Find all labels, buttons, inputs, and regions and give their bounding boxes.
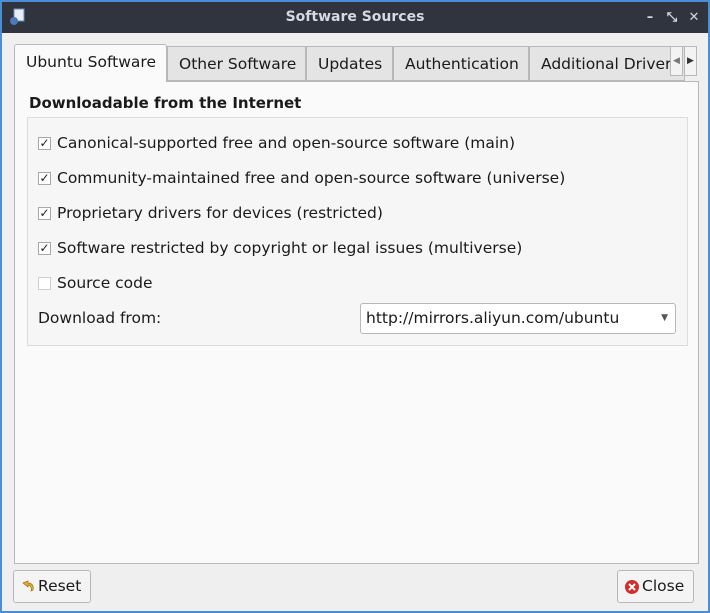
app-icon [10, 8, 25, 25]
tab-additional-drivers[interactable]: Additional Drivers [529, 46, 685, 81]
download-from-label: Download from: [38, 309, 162, 327]
close-window-icon[interactable]: ✕ [686, 2, 702, 33]
checkbox[interactable]: ✓ [38, 136, 51, 150]
reset-button[interactable]: Reset [13, 570, 92, 603]
tab-updates[interactable]: Updates [306, 46, 393, 81]
download-server-select[interactable]: http://mirrors.aliyun.com/ubuntu ▼ [360, 303, 676, 334]
option-label: Software restricted by copyright or lega… [57, 239, 523, 257]
option-source-code[interactable]: Source code [38, 274, 153, 292]
checkbox[interactable]: ✓ [38, 171, 51, 185]
tab-scroll-left-icon[interactable]: ◀ [670, 46, 683, 76]
option-multiverse[interactable]: ✓ Software restricted by copyright or leg… [38, 239, 522, 257]
close-label: Close [642, 577, 685, 595]
section-heading: Downloadable from the Internet [29, 94, 302, 112]
checkbox[interactable]: ✓ [38, 241, 51, 255]
option-main[interactable]: ✓ Canonical-supported free and open-sourc… [38, 134, 515, 152]
tab-scroll-right-icon[interactable]: ▶ [684, 46, 697, 76]
undo-icon [22, 579, 34, 592]
tab-other-software[interactable]: Other Software [167, 46, 306, 81]
maximize-icon[interactable]: ⤡ [664, 2, 680, 33]
option-universe[interactable]: ✓ Community-maintained free and open-sour… [38, 169, 565, 187]
option-label: Canonical-supported free and open-source… [57, 134, 516, 152]
minimize-icon[interactable]: – [642, 2, 658, 33]
checkbox[interactable]: ✓ [38, 206, 51, 220]
close-circle-icon [625, 579, 639, 594]
title-bar: Software Sources – ⤡ ✕ [2, 2, 708, 33]
tab-panel: Downloadable from the Internet ✓ Canonica… [14, 81, 699, 564]
checkbox[interactable] [38, 276, 51, 290]
option-label: Source code [57, 274, 153, 292]
close-button[interactable]: Close [617, 570, 695, 603]
tab-ubuntu-software[interactable]: Ubuntu Software [14, 44, 167, 82]
reset-label: Reset [38, 577, 82, 595]
option-restricted[interactable]: ✓ Proprietary drivers for devices (restri… [38, 204, 383, 222]
window-title: Software Sources [285, 9, 425, 25]
option-label: Proprietary drivers for devices (restric… [57, 204, 383, 222]
tab-authentication[interactable]: Authentication [393, 46, 529, 81]
chevron-down-icon: ▼ [661, 313, 668, 323]
software-sources-window: Software Sources – ⤡ ✕ Downloadable from… [0, 0, 710, 613]
selected-server: http://mirrors.aliyun.com/ubuntu [366, 309, 620, 327]
options-group: ✓ Canonical-supported free and open-sourc… [27, 117, 688, 346]
option-label: Community-maintained free and open-sourc… [57, 169, 566, 187]
